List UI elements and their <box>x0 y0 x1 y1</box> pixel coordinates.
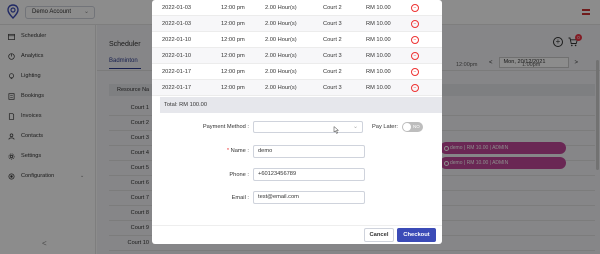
checkout-button[interactable]: Checkout <box>397 228 436 242</box>
remove-circle-icon[interactable]: − <box>411 4 419 12</box>
cell-court: Court 3 <box>323 21 342 27</box>
email-field[interactable]: test@email.com <box>253 191 365 204</box>
cell-time: 12:00 pm <box>221 21 245 27</box>
pay-later-label: Pay Later: <box>372 124 398 130</box>
cell-time: 12:00 pm <box>221 85 245 91</box>
table-row: 2022-01-03 12:00 pm 2.00 Hour(s) Court 2 RM … <box>152 0 442 16</box>
cell-price: RM 10.00 <box>366 53 391 59</box>
cell-duration: 2.00 Hour(s) <box>265 21 297 27</box>
cell-duration: 2.00 Hour(s) <box>265 37 297 43</box>
cell-court: Court 2 <box>323 69 342 75</box>
cell-date: 2022-01-10 <box>162 53 192 59</box>
table-row: 2022-01-17 12:00 pm 2.00 Hour(s) Court 2 RM … <box>152 64 442 80</box>
cell-time: 12:00 pm <box>221 37 245 43</box>
remove-circle-icon[interactable]: − <box>411 84 419 92</box>
toggle-state-text: NO <box>413 124 420 129</box>
time-header: 1:00pm <box>522 62 541 68</box>
cell-duration: 2.00 Hour(s) <box>265 53 297 59</box>
pay-later-toggle[interactable]: NO <box>402 122 423 132</box>
cancel-button[interactable]: Cancel <box>364 228 394 242</box>
modal-footer-divider <box>152 225 442 226</box>
chevron-down-icon: ⌄ <box>352 124 358 130</box>
cell-price: RM 10.00 <box>366 37 391 43</box>
cell-price: RM 10.00 <box>366 69 391 75</box>
cell-date: 2022-01-10 <box>162 37 192 43</box>
remove-circle-icon[interactable]: − <box>411 52 419 60</box>
email-label: Email : <box>231 195 249 201</box>
name-label: * Name : <box>179 148 249 154</box>
remove-circle-icon[interactable]: − <box>411 36 419 44</box>
cell-time: 12:00 pm <box>221 53 245 59</box>
payment-method-select[interactable]: ⌄ <box>253 121 363 133</box>
table-row: 2022-01-10 12:00 pm 2.00 Hour(s) Court 3 RM … <box>152 48 442 64</box>
cell-date: 2022-01-03 <box>162 5 192 11</box>
cell-duration: 2.00 Hour(s) <box>265 85 297 91</box>
cell-duration: 2.00 Hour(s) <box>265 5 297 11</box>
table-row: 2022-01-10 12:00 pm 2.00 Hour(s) Court 2 RM … <box>152 32 442 48</box>
cell-price: RM 10.00 <box>366 21 391 27</box>
cell-date: 2022-01-17 <box>162 85 192 91</box>
table-row: 2022-01-03 12:00 pm 2.00 Hour(s) Court 3 RM … <box>152 16 442 32</box>
name-label-text: Name : <box>230 148 249 154</box>
cell-court: Court 3 <box>323 85 342 91</box>
mouse-cursor-icon <box>333 126 339 134</box>
cell-court: Court 3 <box>323 53 342 59</box>
cell-price: RM 10.00 <box>366 5 391 11</box>
table-row: 2022-01-17 12:00 pm 2.00 Hour(s) Court 3 RM … <box>152 80 442 96</box>
cell-duration: 2.00 Hour(s) <box>265 69 297 75</box>
toggle-knob <box>403 123 411 131</box>
phone-field[interactable]: +60123456789 <box>253 168 365 181</box>
order-total: Total: RM 100.00 <box>160 97 442 113</box>
cell-time: 12:00 pm <box>221 69 245 75</box>
phone-label: Phone : <box>229 172 249 178</box>
cell-court: Court 2 <box>323 37 342 43</box>
cell-price: RM 10.00 <box>366 85 391 91</box>
cell-date: 2022-01-03 <box>162 21 192 27</box>
cell-time: 12:00 pm <box>221 5 245 11</box>
required-mark: * <box>226 148 230 154</box>
name-field[interactable]: demo <box>253 145 365 158</box>
cell-court: Court 2 <box>323 5 342 11</box>
remove-circle-icon[interactable]: − <box>411 20 419 28</box>
time-header: 12:00pm <box>456 62 478 68</box>
cell-date: 2022-01-17 <box>162 69 192 75</box>
payment-method-label: Payment Method : <box>202 124 249 130</box>
remove-circle-icon[interactable]: − <box>411 68 419 76</box>
